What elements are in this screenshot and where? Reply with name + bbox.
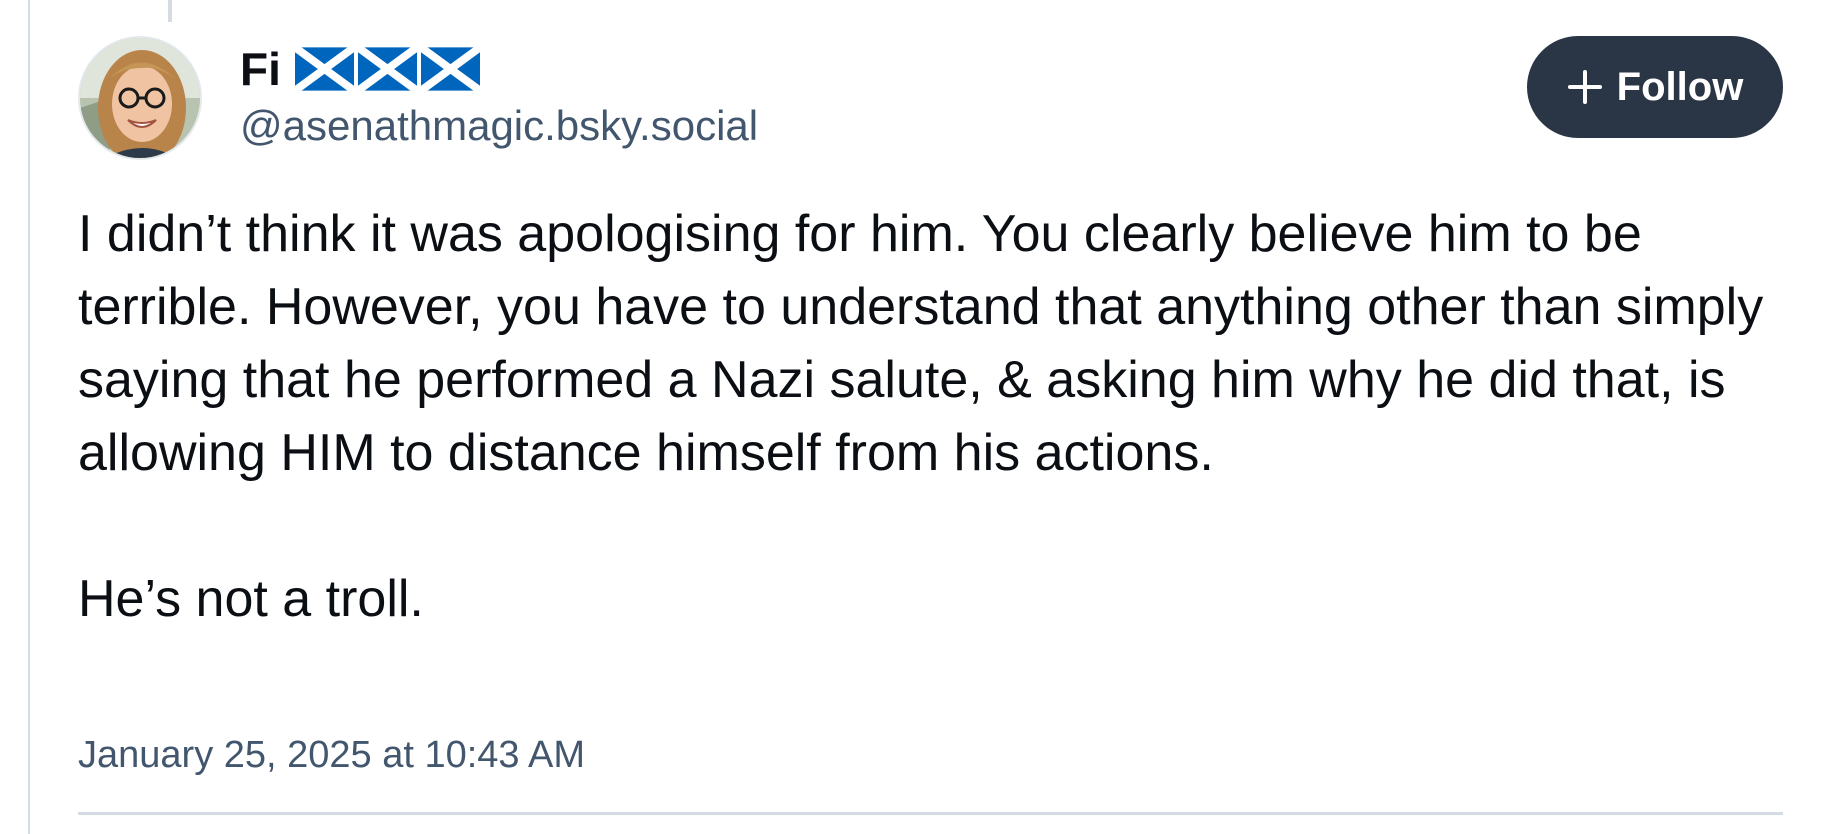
post-body-text: I didn’t think it was apologising for hi… — [78, 205, 1764, 628]
divider — [78, 812, 1783, 815]
avatar-photo-icon — [80, 38, 200, 158]
thread-connector-line — [168, 0, 172, 22]
follow-button[interactable]: Follow — [1527, 36, 1783, 138]
name-emoji-group — [294, 47, 480, 91]
scotland-flag-icon — [294, 47, 354, 91]
author-handle[interactable]: @asenathmagic.bsky.social — [240, 100, 758, 152]
post-card: Fi @asenathmagic.bsky.social Follow I di… — [30, 0, 1848, 834]
author-name-row: Fi — [240, 38, 758, 100]
plus-icon — [1567, 70, 1602, 104]
author-display-name[interactable]: Fi — [240, 38, 281, 100]
follow-button-label: Follow — [1616, 65, 1744, 109]
post-timestamp[interactable]: January 25, 2025 at 10:43 AM — [78, 730, 585, 780]
author-block: Fi @asenathmagic.bsky.social — [240, 38, 758, 152]
scotland-flag-icon — [420, 47, 480, 91]
avatar[interactable] — [78, 36, 202, 160]
scotland-flag-icon — [357, 47, 417, 91]
